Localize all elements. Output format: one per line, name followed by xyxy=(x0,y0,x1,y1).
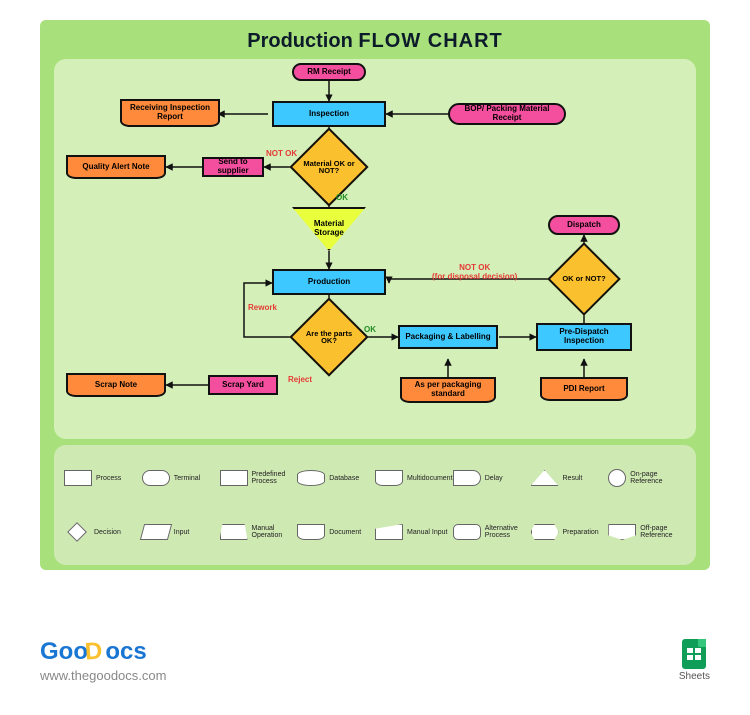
legend-label: Alternative Process xyxy=(485,525,531,539)
chart-frame: Production FLOW CHART xyxy=(40,20,710,570)
node-receiving-inspection-report: Receiving Inspection Report xyxy=(120,99,220,127)
legend-label: Preparation xyxy=(563,529,599,536)
legend-item-manual-operation: Manual Operation xyxy=(220,524,298,540)
node-packaging-labelling: Packaging & Labelling xyxy=(398,325,498,349)
legend-row-1: Process Terminal Predefined Process Data… xyxy=(64,451,686,505)
legend-item-delay: Delay xyxy=(453,470,531,486)
node-pdi-report: PDI Report xyxy=(540,377,628,401)
google-sheets-icon xyxy=(682,639,706,669)
node-production: Production xyxy=(272,269,386,295)
chart-title: Production FLOW CHART xyxy=(48,30,702,53)
legend-label: On-page Reference xyxy=(630,471,686,485)
node-ok-or-not-text: OK or NOT? xyxy=(558,253,610,305)
legend-item-multidocument: Multidocument xyxy=(375,470,453,486)
legend-item-on-page-reference: On-page Reference xyxy=(608,469,686,487)
node-dispatch: Dispatch xyxy=(548,215,620,235)
node-ok-or-not-decision: OK or NOT? xyxy=(558,253,610,305)
node-parts-ok-decision: Are the parts OK? xyxy=(301,309,357,365)
node-send-to-supplier: Send to supplier xyxy=(202,157,264,177)
title-part-2: FLOW CHART xyxy=(358,30,502,52)
brand: GooDocs www.thegoodocs.com xyxy=(40,638,166,683)
sheets-label: Sheets xyxy=(679,671,710,682)
legend-item-off-page-reference: Off-page Reference xyxy=(608,524,686,540)
legend-item-alternative-process: Alternative Process xyxy=(453,524,531,540)
legend-row-2: Decision Input Manual Operation Document… xyxy=(64,505,686,559)
edge-label-ok-1: OK xyxy=(336,193,348,202)
legend-label: Input xyxy=(174,529,190,536)
legend-panel: Process Terminal Predefined Process Data… xyxy=(54,445,696,565)
node-bop-receipt: BOP/ Packing Material Receipt xyxy=(448,103,566,125)
legend-label: Process xyxy=(96,475,121,482)
logo-part-3: ocs xyxy=(105,638,146,665)
node-material-ok-decision: Material OK or NOT? xyxy=(301,139,357,195)
legend-item-predefined-process: Predefined Process xyxy=(220,470,298,486)
title-part-1: Production xyxy=(247,30,358,52)
flowchart-panel: RM Receipt Inspection BOP/ Packing Mater… xyxy=(54,59,696,439)
edge-label-rework: Rework xyxy=(248,303,277,312)
logo-part-1: Goo xyxy=(40,638,88,665)
legend-label: Terminal xyxy=(174,475,200,482)
legend-item-result: Result xyxy=(531,470,609,486)
legend-label: Multidocument xyxy=(407,475,453,482)
legend-label: Document xyxy=(329,529,361,536)
node-scrap-yard: Scrap Yard xyxy=(208,375,278,395)
legend-item-document: Document xyxy=(297,524,375,540)
node-parts-ok-text: Are the parts OK? xyxy=(301,309,357,365)
legend-item-preparation: Preparation xyxy=(531,524,609,540)
legend-item-terminal: Terminal xyxy=(142,470,220,486)
edge-label-reject: Reject xyxy=(288,375,312,384)
logo-part-2: D xyxy=(84,637,103,666)
node-packaging-standard: As per packaging standard xyxy=(400,377,496,403)
node-material-ok-text: Material OK or NOT? xyxy=(301,139,357,195)
brand-url[interactable]: www.thegoodocs.com xyxy=(40,668,166,683)
legend-label: Manual Input xyxy=(407,529,447,536)
edge-label-not-ok-1: NOT OK xyxy=(266,149,297,158)
legend-item-manual-input: Manual Input xyxy=(375,524,453,540)
node-scrap-note: Scrap Note xyxy=(66,373,166,397)
node-pre-dispatch-inspection: Pre-Dispatch Inspection xyxy=(536,323,632,351)
footer: GooDocs www.thegoodocs.com Sheets xyxy=(40,615,710,705)
legend-item-database: Database xyxy=(297,470,375,486)
node-quality-alert-note: Quality Alert Note xyxy=(66,155,166,179)
legend-label: Delay xyxy=(485,475,503,482)
google-sheets-badge[interactable]: Sheets xyxy=(679,639,710,682)
legend-label: Decision xyxy=(94,529,121,536)
legend-label: Off-page Reference xyxy=(640,525,686,539)
legend-label: Predefined Process xyxy=(252,471,298,485)
edge-label-not-ok-disposal: NOT OK (for disposal decision) xyxy=(432,263,517,281)
legend-label: Database xyxy=(329,475,359,482)
legend-item-input: Input xyxy=(142,524,220,540)
node-rm-receipt: RM Receipt xyxy=(292,63,366,81)
legend-label: Result xyxy=(563,475,583,482)
legend-item-decision: Decision xyxy=(64,525,142,539)
legend-label: Manual Operation xyxy=(252,525,298,539)
legend-item-process: Process xyxy=(64,470,142,486)
edge-label-ok-2: OK xyxy=(364,325,376,334)
goodocs-logo[interactable]: GooDocs xyxy=(40,638,166,666)
node-inspection: Inspection xyxy=(272,101,386,127)
